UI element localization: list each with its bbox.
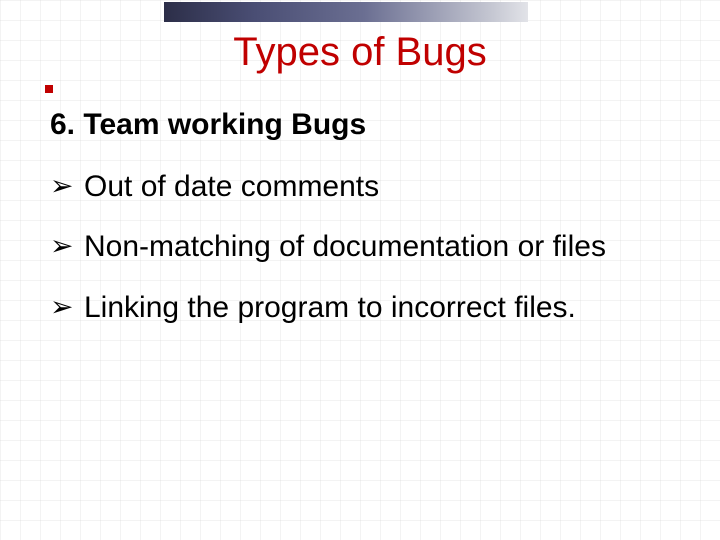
slide-title: Types of Bugs [0, 30, 720, 75]
section-heading: 6. Team working Bugs [50, 108, 670, 142]
list-item: Non-matching of documentation or files [50, 228, 670, 266]
content-area: 6. Team working Bugs Out of date comment… [50, 108, 670, 349]
accent-square-icon [45, 85, 53, 93]
list-item: Linking the program to incorrect files. [50, 289, 670, 327]
top-accent-bar [164, 2, 528, 22]
list-item: Out of date comments [50, 168, 670, 206]
slide: Types of Bugs 6. Team working Bugs Out o… [0, 0, 720, 540]
bullet-list: Out of date comments Non-matching of doc… [50, 168, 670, 327]
